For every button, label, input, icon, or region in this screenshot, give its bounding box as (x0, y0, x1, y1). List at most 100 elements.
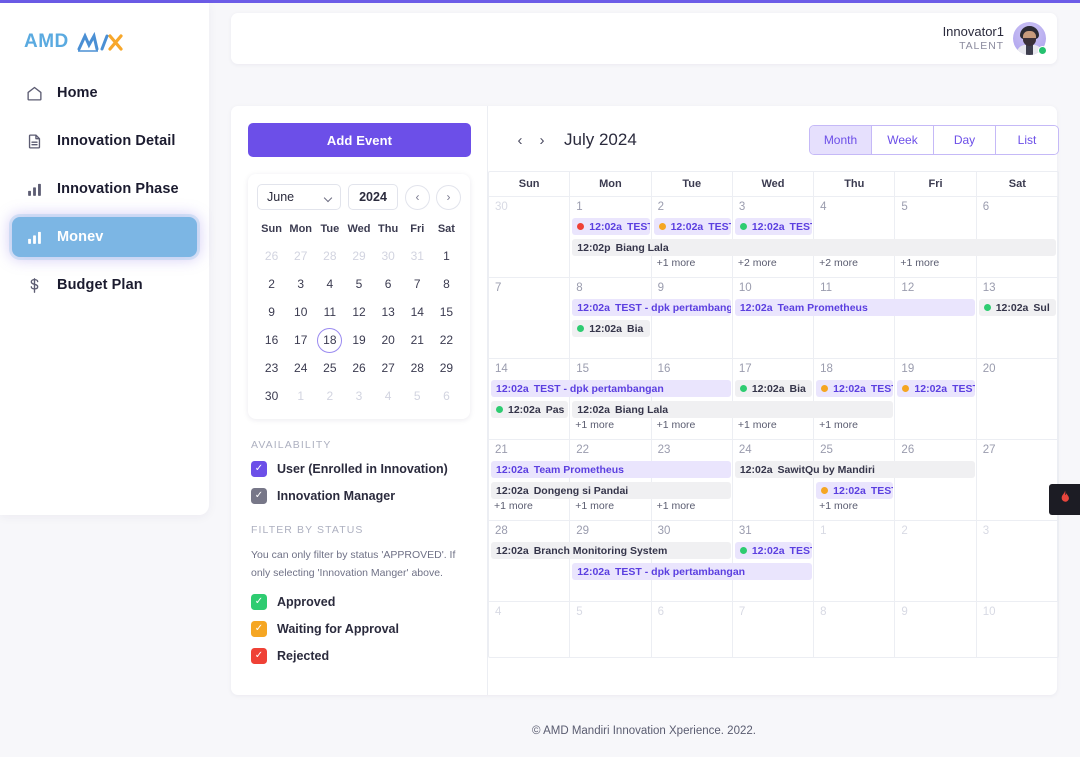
calendar-day-cell[interactable]: 9 (895, 602, 977, 657)
fire-widget-button[interactable] (1049, 484, 1080, 515)
mini-calendar-day[interactable]: 30 (374, 242, 403, 270)
view-button-list[interactable]: List (996, 126, 1058, 154)
mini-calendar-day[interactable]: 2 (257, 270, 286, 298)
sidebar-item-innovation-phase[interactable]: Innovation Phase (12, 169, 197, 209)
calendar-day-cell[interactable]: 15 +1 more (570, 359, 652, 439)
calendar-day-cell[interactable]: 4 +2 more (814, 197, 896, 277)
mini-calendar-day[interactable]: 10 (286, 298, 315, 326)
calendar-more-link[interactable]: +1 more (657, 257, 696, 269)
mini-calendar-day[interactable]: 3 (344, 382, 373, 410)
sidebar-item-monev[interactable]: Monev (12, 217, 197, 257)
calendar-more-link[interactable]: +1 more (819, 419, 858, 431)
calendar-day-cell[interactable]: 25 +1 more (814, 440, 896, 520)
mini-calendar-day[interactable]: 31 (403, 242, 432, 270)
mini-calendar-day[interactable]: 12 (344, 298, 373, 326)
year-input[interactable] (348, 184, 398, 210)
mini-calendar-day[interactable]: 2 (315, 382, 344, 410)
mini-calendar-day[interactable]: 18 (315, 326, 344, 354)
calendar-event-chip[interactable]: 12:02a Branch Monitoring System (491, 542, 731, 559)
calendar-prev-button[interactable]: ‹ (509, 129, 531, 151)
mini-calendar-day[interactable]: 13 (374, 298, 403, 326)
mini-calendar-day[interactable]: 7 (403, 270, 432, 298)
calendar-event-chip[interactable]: 12:02a Dongeng si Pandai (491, 482, 731, 499)
add-event-button[interactable]: Add Event (248, 123, 471, 157)
mini-calendar-day[interactable]: 3 (286, 270, 315, 298)
mini-calendar-next-button[interactable]: › (436, 184, 461, 210)
calendar-day-cell[interactable]: 6 (652, 602, 733, 657)
mini-calendar-day[interactable]: 5 (403, 382, 432, 410)
calendar-day-cell[interactable]: 13 (977, 278, 1058, 358)
calendar-event-chip[interactable]: 12:02a TEST (897, 380, 975, 397)
avatar[interactable] (1013, 22, 1047, 55)
mini-calendar-day[interactable]: 17 (286, 326, 315, 354)
calendar-day-cell[interactable]: 3 +2 more (733, 197, 815, 277)
calendar-day-cell[interactable]: 29 (570, 521, 652, 601)
mini-calendar-day[interactable]: 20 (374, 326, 403, 354)
calendar-day-cell[interactable]: 8 (814, 602, 896, 657)
calendar-day-cell[interactable]: 7 (733, 602, 815, 657)
calendar-day-cell[interactable]: 24 (733, 440, 815, 520)
view-button-week[interactable]: Week (872, 126, 934, 154)
mini-calendar-day[interactable]: 28 (315, 242, 344, 270)
calendar-event-chip[interactable]: 12:02a Team Prometheus (734, 299, 975, 316)
calendar-day-cell[interactable]: 30 (489, 197, 571, 277)
mini-calendar-day[interactable]: 19 (344, 326, 373, 354)
mini-calendar-day[interactable]: 26 (257, 242, 286, 270)
mini-calendar-day[interactable]: 9 (257, 298, 286, 326)
calendar-more-link[interactable]: +2 more (738, 257, 777, 269)
calendar-day-cell[interactable]: 6 (977, 197, 1058, 277)
mini-calendar-day[interactable]: 26 (344, 354, 373, 382)
calendar-day-cell[interactable]: 8 (570, 278, 652, 358)
calendar-day-cell[interactable]: 18 +1 more (814, 359, 896, 439)
sidebar-item-innovation-detail[interactable]: Innovation Detail (12, 121, 197, 161)
calendar-more-link[interactable]: +1 more (494, 500, 533, 512)
calendar-day-cell[interactable]: 28 (489, 521, 571, 601)
status-option-1[interactable]: ✓ Waiting for Approval (251, 620, 470, 637)
calendar-day-cell[interactable]: 20 (977, 359, 1058, 439)
mini-calendar-day[interactable]: 25 (315, 354, 344, 382)
calendar-event-chip[interactable]: 12:02a Bia (572, 320, 650, 337)
checkbox-icon[interactable]: ✓ (251, 647, 267, 664)
calendar-event-chip[interactable]: 12:02a Team Prometheus (491, 461, 731, 478)
mini-calendar-day[interactable]: 14 (403, 298, 432, 326)
calendar-day-cell[interactable]: 5 (570, 602, 652, 657)
mini-calendar-day[interactable]: 5 (344, 270, 373, 298)
mini-calendar-day[interactable]: 11 (315, 298, 344, 326)
sidebar-item-budget-plan[interactable]: Budget Plan (12, 265, 197, 305)
calendar-event-chip[interactable]: 12:02a Bia (734, 380, 813, 397)
calendar-day-cell[interactable]: 3 (977, 521, 1058, 601)
mini-calendar-prev-button[interactable]: ‹ (405, 184, 430, 210)
mini-calendar-day[interactable]: 27 (286, 242, 315, 270)
mini-calendar-day[interactable]: 21 (403, 326, 432, 354)
calendar-more-link[interactable]: +1 more (657, 500, 696, 512)
calendar-event-chip[interactable]: 12:02a TEST - dpk pertambanga (572, 299, 731, 316)
calendar-event-chip[interactable]: 12:02a Biang Lala (572, 401, 894, 418)
mini-calendar-day[interactable]: 16 (257, 326, 286, 354)
calendar-day-cell[interactable]: 1 (570, 197, 652, 277)
calendar-day-cell[interactable]: 10 (977, 602, 1058, 657)
mini-calendar-day[interactable]: 27 (374, 354, 403, 382)
mini-calendar-day[interactable]: 6 (432, 382, 461, 410)
calendar-day-cell[interactable]: 23 +1 more (652, 440, 733, 520)
calendar-more-link[interactable]: +1 more (900, 257, 939, 269)
calendar-event-chip[interactable]: 12:02a TEST - dpk pertambangan (491, 380, 731, 397)
calendar-day-cell[interactable]: 26 (895, 440, 977, 520)
calendar-next-button[interactable]: › (531, 129, 553, 151)
checkbox-icon[interactable]: ✓ (251, 593, 267, 610)
brand-logo[interactable]: AMD (0, 23, 209, 57)
mini-calendar-day[interactable]: 22 (432, 326, 461, 354)
calendar-day-cell[interactable]: 9 (652, 278, 733, 358)
calendar-day-cell[interactable]: 19 (895, 359, 977, 439)
mini-calendar-day[interactable]: 29 (344, 242, 373, 270)
mini-calendar-day[interactable]: 28 (403, 354, 432, 382)
calendar-more-link[interactable]: +1 more (819, 500, 858, 512)
calendar-day-cell[interactable]: 16 +1 more (652, 359, 733, 439)
mini-calendar-day[interactable]: 6 (374, 270, 403, 298)
mini-calendar-day[interactable]: 23 (257, 354, 286, 382)
calendar-more-link[interactable]: +1 more (657, 419, 696, 431)
calendar-day-cell[interactable]: 10 (733, 278, 815, 358)
mini-calendar-day[interactable]: 4 (315, 270, 344, 298)
calendar-day-cell[interactable]: 14 (489, 359, 571, 439)
mini-calendar-day[interactable]: 8 (432, 270, 461, 298)
calendar-event-chip[interactable]: 12:02a Pas (491, 401, 569, 418)
